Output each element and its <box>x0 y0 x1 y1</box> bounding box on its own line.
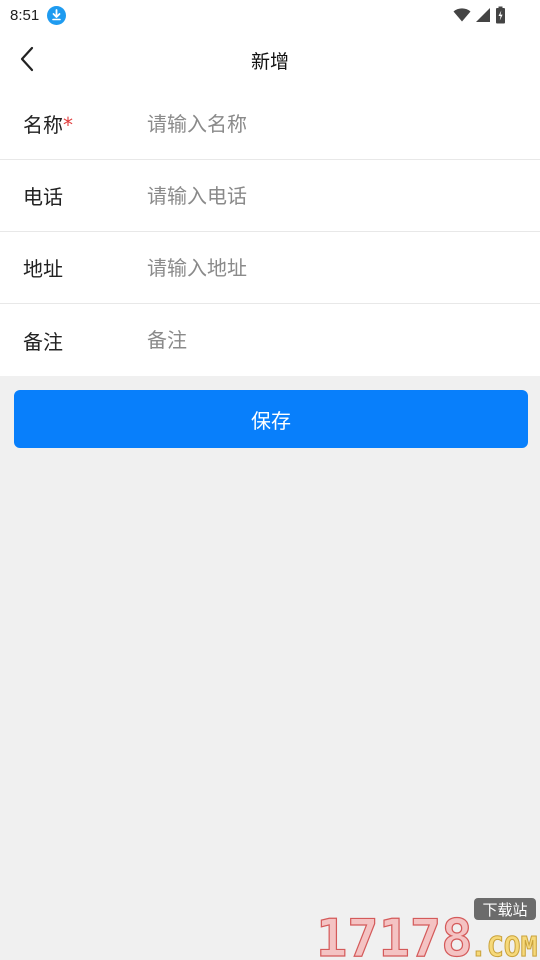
status-icons <box>453 6 506 24</box>
app-header: 新增 <box>0 30 540 88</box>
form-row-phone: 电话 <box>0 160 540 232</box>
download-badge-icon <box>47 5 67 25</box>
battery-charging-icon <box>496 6 505 24</box>
address-label: 地址 <box>23 257 63 281</box>
add-form: 名称* 电话 地址 备注 <box>0 88 540 376</box>
name-label: 名称* <box>23 113 73 137</box>
required-mark: * <box>63 113 73 137</box>
watermark-suffix: .COM <box>470 930 537 960</box>
name-input[interactable] <box>147 103 520 144</box>
wifi-icon <box>453 8 471 22</box>
page-title: 新增 <box>250 51 289 73</box>
phone-label: 电话 <box>23 185 63 209</box>
status-time: 8:51 <box>10 6 40 24</box>
save-button[interactable]: 保存 <box>14 390 528 448</box>
remark-input[interactable] <box>147 320 520 360</box>
form-row-address: 地址 <box>0 232 540 304</box>
cellular-signal-icon <box>476 8 490 22</box>
status-bar: 8:51 <box>0 0 540 30</box>
remark-label: 备注 <box>23 329 63 354</box>
address-input[interactable] <box>147 247 520 288</box>
form-row-remark: 备注 <box>0 304 540 376</box>
watermark-logo: 下载站 17178 .COM <box>315 898 538 960</box>
watermark-tag: 下载站 <box>482 901 527 919</box>
phone-input[interactable] <box>147 175 520 216</box>
watermark-brand: 17178 <box>316 909 473 960</box>
form-row-name: 名称* <box>0 88 540 160</box>
